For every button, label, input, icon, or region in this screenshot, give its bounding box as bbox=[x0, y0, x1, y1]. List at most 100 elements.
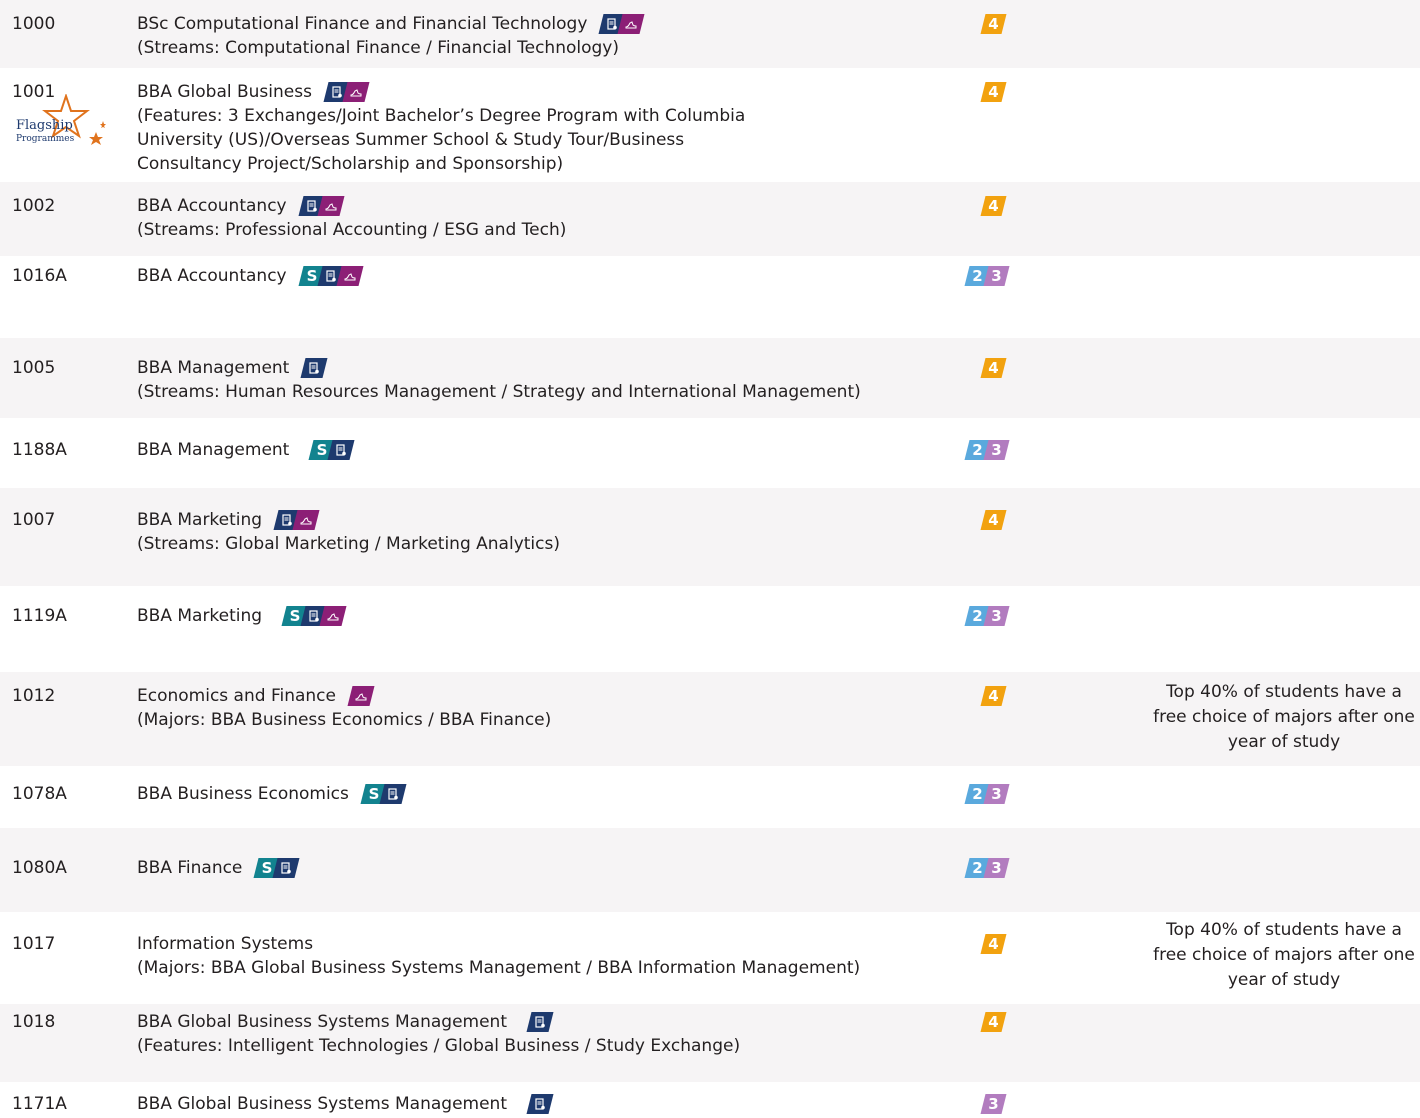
year-number: 4 bbox=[988, 83, 999, 101]
year-badge-4: 4 bbox=[980, 686, 1007, 706]
programme-title: BBA Global Business Systems Management bbox=[137, 1012, 507, 1032]
year-badge-3: 3 bbox=[983, 606, 1010, 626]
programme-title: BBA Management bbox=[137, 358, 290, 378]
programme-title: BBA Accountancy bbox=[137, 196, 287, 216]
programme-info: BBA Accountancy (Streams: Professional Ac… bbox=[137, 194, 967, 242]
programme-info: BBA Management (Streams: Human Resources … bbox=[137, 356, 967, 404]
programme-row: 1007 BBA Marketing (Streams: Global Market… bbox=[0, 488, 1420, 586]
programme-title-line: BBA Marketing bbox=[137, 508, 967, 532]
programme-icons bbox=[526, 1094, 554, 1114]
exchange-icon bbox=[319, 606, 347, 626]
flagship-programmes-badge: Flagship Programmes bbox=[16, 92, 106, 150]
flagship-label: Flagship bbox=[16, 118, 73, 133]
programme-icons bbox=[526, 1012, 554, 1032]
programme-icons bbox=[273, 510, 320, 530]
programme-icons: S bbox=[253, 858, 300, 878]
programme-info: BBA Finance S bbox=[137, 856, 967, 880]
exchange-icon-glyph bbox=[345, 82, 367, 102]
programme-detail: University (US)/Overseas Summer School &… bbox=[137, 130, 685, 150]
year-number: 4 bbox=[988, 687, 999, 705]
programme-title-line: Information Systems bbox=[137, 932, 967, 956]
document-icon bbox=[526, 1094, 554, 1114]
year-badge-3: 3 bbox=[983, 858, 1010, 878]
study-years: 23 bbox=[964, 266, 1010, 286]
study-years: 4 bbox=[980, 510, 1007, 530]
document-icon bbox=[379, 784, 407, 804]
programme-code: 1017 bbox=[12, 934, 56, 954]
study-years: 23 bbox=[964, 784, 1010, 804]
year-number: 3 bbox=[991, 267, 1002, 285]
programme-code: 1018 bbox=[12, 1012, 56, 1032]
exchange-icon bbox=[347, 686, 375, 706]
programme-title-line: BBA Global Business bbox=[137, 80, 967, 104]
programme-title-line: BBA Global Business Systems Management bbox=[137, 1010, 967, 1034]
year-number: 4 bbox=[988, 197, 999, 215]
year-badge-4: 4 bbox=[980, 14, 1007, 34]
document-icon-glyph bbox=[529, 1012, 551, 1032]
year-number: 4 bbox=[988, 1013, 999, 1031]
exchange-icon-glyph bbox=[295, 510, 317, 530]
exchange-icon-glyph bbox=[322, 606, 344, 626]
programme-info: BBA Global Business Systems Management bbox=[137, 1092, 967, 1116]
programme-detail: (Features: Intelligent Technologies / Gl… bbox=[137, 1036, 741, 1056]
programme-title-line: BBA Finance S bbox=[137, 856, 967, 880]
exchange-icon bbox=[342, 82, 370, 102]
programme-table: 1000 BSc Computational Finance and Financ… bbox=[0, 0, 1420, 1116]
programme-code: 1119A bbox=[12, 606, 67, 626]
year-badge-4: 4 bbox=[980, 934, 1007, 954]
programme-detail: (Features: 3 Exchanges/Joint Bachelor’s … bbox=[137, 106, 746, 126]
study-years: 3 bbox=[980, 1094, 1007, 1114]
exchange-icon bbox=[617, 14, 645, 34]
exchange-icon-glyph bbox=[339, 266, 361, 286]
document-icon-glyph bbox=[330, 440, 352, 460]
programme-icons: S bbox=[298, 266, 364, 286]
programme-row: 1012 Economics and Finance (Majors: BBA Bu… bbox=[0, 672, 1420, 766]
programme-code: 1005 bbox=[12, 358, 56, 378]
programme-code: 1171A bbox=[12, 1094, 67, 1114]
programme-title-line: BBA Global Business Systems Management bbox=[137, 1092, 967, 1116]
programme-row: 1005 BBA Management (Streams: Human Resour… bbox=[0, 338, 1420, 418]
programme-icons: S bbox=[308, 440, 355, 460]
document-icon-glyph bbox=[303, 358, 325, 378]
exchange-icon bbox=[336, 266, 364, 286]
programme-detail: (Streams: Global Marketing / Marketing A… bbox=[137, 534, 560, 554]
programme-row: 1017 Information Systems (Majors: BBA Glob… bbox=[0, 912, 1420, 1004]
year-badge-3: 3 bbox=[983, 266, 1010, 286]
programmes-label: Programmes bbox=[16, 134, 75, 144]
study-years: 4 bbox=[980, 1012, 1007, 1032]
programme-title-line: BBA Marketing S bbox=[137, 604, 967, 628]
programme-info: BBA Global Business (Features: 3 Exchange… bbox=[137, 80, 967, 176]
exchange-icon bbox=[292, 510, 320, 530]
year-number: 3 bbox=[991, 607, 1002, 625]
year-badge-4: 4 bbox=[980, 1012, 1007, 1032]
year-number: 3 bbox=[991, 859, 1002, 877]
year-badge-4: 4 bbox=[980, 510, 1007, 530]
programme-title: BBA Business Economics bbox=[137, 784, 349, 804]
study-years: 23 bbox=[964, 440, 1010, 460]
programme-title-line: BBA Business Economics S bbox=[137, 782, 967, 806]
year-badge-4: 4 bbox=[980, 82, 1007, 102]
programme-code: 1078A bbox=[12, 784, 67, 804]
programme-info: BBA Management S bbox=[137, 438, 967, 462]
exchange-icon bbox=[317, 196, 345, 216]
programme-title-line: BBA Accountancy bbox=[137, 194, 967, 218]
programme-detail: (Majors: BBA Business Economics / BBA Fi… bbox=[137, 710, 552, 730]
programme-title-line: BBA Accountancy S bbox=[137, 264, 967, 288]
year-number: 3 bbox=[988, 1095, 999, 1113]
programme-info: Economics and Finance (Majors: BBA Busine… bbox=[137, 684, 967, 732]
programme-detail: (Streams: Computational Finance / Financ… bbox=[137, 38, 619, 58]
study-years: 4 bbox=[980, 82, 1007, 102]
programme-row: 1018 BBA Global Business Systems Manageme… bbox=[0, 1004, 1420, 1082]
programme-row: 1080A BBA Finance S 2 3 bbox=[0, 828, 1420, 912]
year-badge-3: 3 bbox=[983, 440, 1010, 460]
programme-code: 1080A bbox=[12, 858, 67, 878]
programme-detail: (Streams: Human Resources Management / S… bbox=[137, 382, 861, 402]
year-number: 4 bbox=[988, 359, 999, 377]
programme-icons bbox=[598, 14, 645, 34]
programme-title: Information Systems bbox=[137, 934, 314, 954]
programme-info: BBA Business Economics S bbox=[137, 782, 967, 806]
programme-info: BBA Marketing (Streams: Global Marketing … bbox=[137, 508, 967, 556]
programme-detail: (Streams: Professional Accounting / ESG … bbox=[137, 220, 567, 240]
study-years: 23 bbox=[964, 858, 1010, 878]
programme-title: BBA Finance bbox=[137, 858, 243, 878]
